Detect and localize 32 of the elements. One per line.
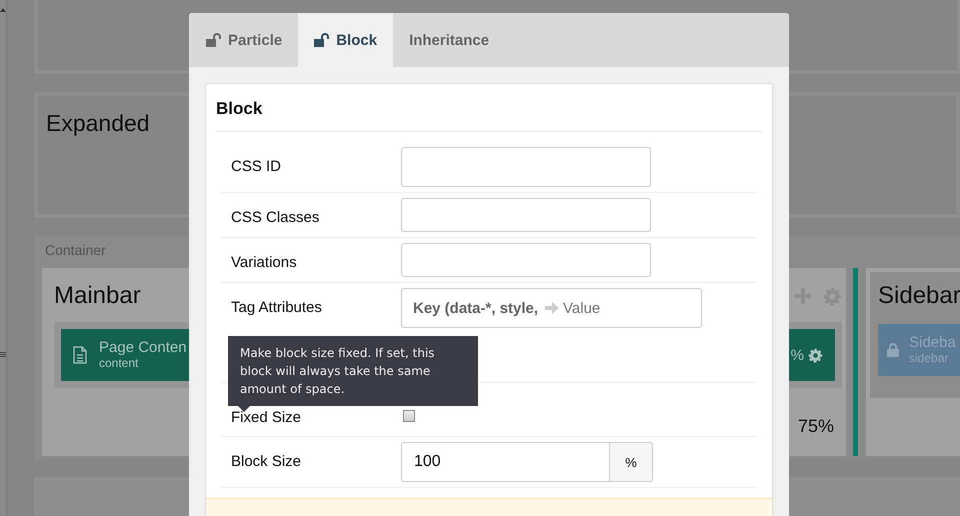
field-label: Variations (230, 253, 298, 271)
text-field[interactable] (401, 198, 651, 232)
card-title: Mainbar (54, 282, 141, 310)
grip-icon[interactable] (0, 352, 6, 357)
size-text: 75% (798, 416, 834, 438)
scroll-up-icon[interactable] (0, 8, 6, 12)
field-label: CSS Classes (230, 208, 320, 226)
block-subtitle: content (99, 356, 140, 370)
scrollbar[interactable] (0, 0, 7, 516)
unlock-icon (314, 33, 330, 47)
tab[interactable]: Block (298, 13, 394, 67)
document-icon (73, 346, 87, 364)
key-field[interactable]: Key (data-*, style, (413, 300, 541, 316)
number-field[interactable]: 100 (401, 442, 610, 482)
section-title: Expanded (46, 110, 150, 136)
lock-icon (887, 343, 899, 358)
arrow-right-icon (545, 302, 559, 314)
text-field[interactable] (401, 243, 651, 277)
gear-icon[interactable] (808, 348, 823, 363)
block-title: Page Conten (99, 340, 187, 356)
text-field[interactable] (401, 147, 651, 187)
size-text: % (790, 346, 804, 364)
key-value-field[interactable]: Key (data-*, style, Value (401, 288, 702, 328)
unlock-icon (206, 33, 222, 47)
field-label: Block Size (230, 452, 302, 470)
field-label: CSS ID (230, 157, 282, 175)
panel-title: Block (216, 84, 762, 132)
unit-label: % (610, 442, 653, 482)
value-field[interactable]: Value (563, 300, 633, 316)
tooltip: Make block size fixed. If set, this block will always take the same amount of space. (228, 336, 478, 412)
card-title: Sidebar (878, 282, 960, 310)
field-label: Tag Attributes (230, 298, 323, 316)
